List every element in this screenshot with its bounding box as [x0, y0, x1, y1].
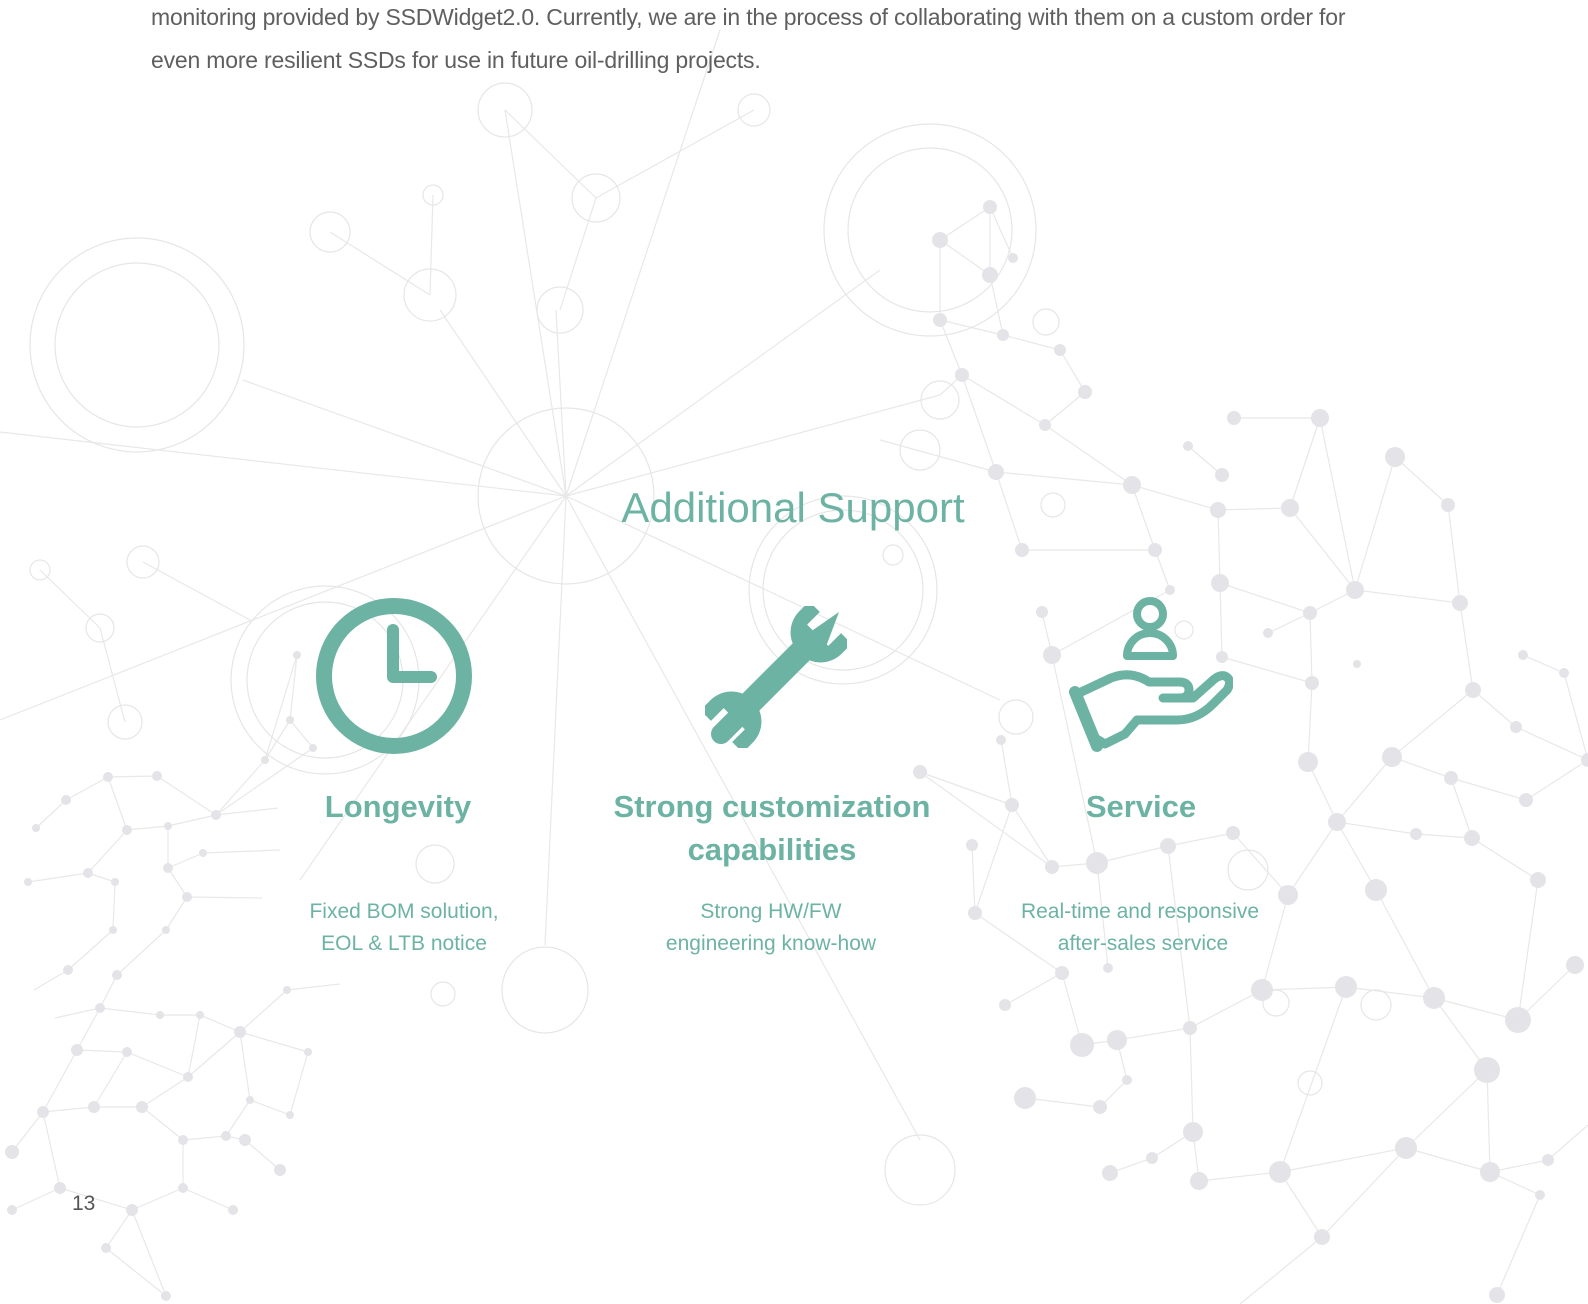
clock-icon — [316, 598, 472, 754]
feature-description: Strong HW/FW engineering know-how — [601, 896, 941, 960]
intro-line-1: monitoring provided by SSDWidget2.0. Cur… — [151, 4, 1346, 30]
feature-title: Service — [971, 785, 1311, 828]
feature-title-line: capabilities — [687, 832, 857, 867]
feature-description-line: Fixed BOM solution, — [309, 900, 499, 923]
feature-description: Fixed BOM solution, EOL & LTB notice — [234, 896, 574, 960]
feature-title: Strong customization capabilities — [602, 785, 942, 871]
hand-person-icon — [1069, 597, 1233, 752]
feature-title-line: Strong customization — [613, 789, 931, 824]
page-number: 13 — [72, 1192, 96, 1215]
feature-title-line: Service — [1085, 789, 1197, 824]
wrench-screwdriver-icon — [705, 606, 847, 748]
section-title: Additional Support — [0, 484, 1588, 532]
feature-description: Real-time and responsive after-sales ser… — [970, 896, 1310, 960]
feature-description-line: EOL & LTB notice — [321, 932, 487, 955]
intro-line-2: even more resilient SSDs for use in futu… — [151, 47, 761, 73]
feature-title: Longevity — [228, 785, 568, 828]
feature-title-line: Longevity — [324, 789, 472, 824]
feature-description-line: engineering know-how — [665, 932, 877, 955]
section-title-text: Additional Support — [621, 484, 965, 531]
feature-description-line: Real-time and responsive — [1020, 900, 1260, 923]
feature-description-line: Strong HW/FW — [700, 900, 842, 923]
feature-description-line: after-sales service — [1057, 932, 1229, 955]
